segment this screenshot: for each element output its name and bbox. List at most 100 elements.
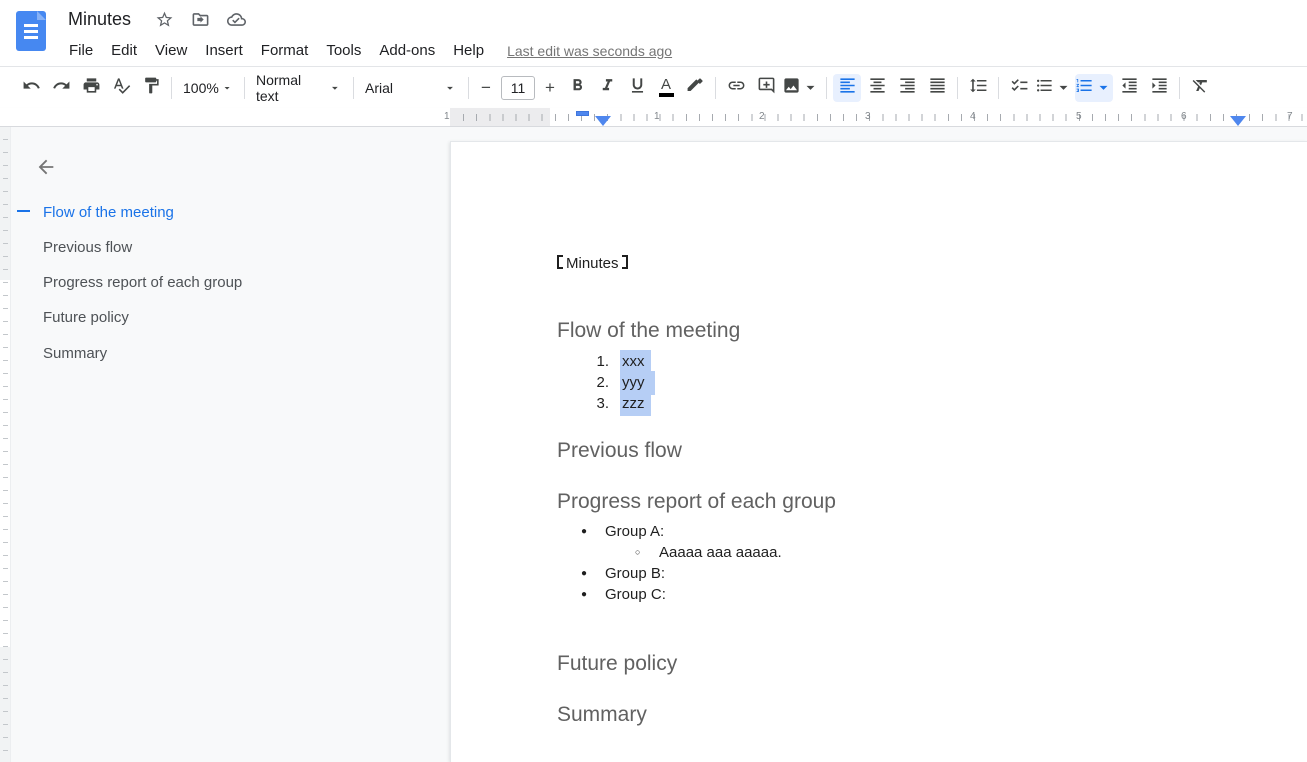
text-color-button[interactable]: A <box>652 74 680 102</box>
horizontal-ruler[interactable]: 1 1 2 3 4 5 6 7 <box>0 108 1307 127</box>
paint-format-button[interactable] <box>137 74 165 102</box>
paint-format-icon <box>142 76 161 100</box>
spellcheck-button[interactable] <box>107 74 135 102</box>
menu-help[interactable]: Help <box>444 40 493 61</box>
toolbar-divider <box>957 77 958 99</box>
clear-formatting-button[interactable] <box>1186 74 1214 102</box>
redo-button[interactable] <box>47 74 75 102</box>
outline-item-progress-report[interactable]: Progress report of each group <box>43 270 242 294</box>
caret-down-icon <box>1094 78 1113 97</box>
doc-heading-summary[interactable]: Summary <box>557 701 647 728</box>
font-size-increase-button[interactable]: + <box>538 78 562 98</box>
ruler-number: 6 <box>1181 111 1187 122</box>
document-title[interactable]: Minutes <box>68 9 131 30</box>
bullet-list-button[interactable] <box>1035 74 1073 102</box>
outline-item-future-policy[interactable]: Future policy <box>43 305 129 329</box>
doc-heading-future-policy[interactable]: Future policy <box>557 650 677 677</box>
list-text: Group C: <box>605 584 666 605</box>
cjk-bracket-right <box>622 255 628 269</box>
underline-button[interactable] <box>623 74 651 102</box>
paragraph-style-select[interactable]: Normal text <box>250 74 348 102</box>
print-button[interactable] <box>77 74 105 102</box>
insert-image-button[interactable] <box>782 74 820 102</box>
menu-bar: File Edit View Insert Format Tools Add-o… <box>68 40 672 61</box>
doc-paragraph-title[interactable]: Minutes <box>557 253 628 274</box>
indent-button[interactable] <box>1145 74 1173 102</box>
list-item[interactable]: 1. xxx <box>557 351 655 372</box>
document-outline-panel: Flow of the meeting Previous flow Progre… <box>11 127 450 762</box>
line-spacing-icon <box>969 76 988 100</box>
highlight-button[interactable] <box>681 74 709 102</box>
list-item[interactable]: ● Group A: <box>451 521 1307 542</box>
bullet-marker: ● <box>581 521 605 542</box>
last-edit-link[interactable]: Last edit was seconds ago <box>507 43 672 59</box>
font-size-input[interactable]: 11 <box>501 76 535 100</box>
right-indent-marker[interactable] <box>1230 116 1246 126</box>
cloud-saved-icon[interactable] <box>225 8 247 30</box>
content-area: Flow of the meeting Previous flow Progre… <box>0 127 1307 762</box>
outline-item-previous-flow[interactable]: Previous flow <box>43 235 132 259</box>
toolbar: 100% Normal text Arial − 11 + A <box>0 66 1307 108</box>
bullet-list-icon <box>1035 76 1054 100</box>
document-page[interactable]: Minutes Flow of the meeting 1. xxx 2. yy… <box>450 141 1307 762</box>
star-icon[interactable] <box>153 8 175 30</box>
align-right-button[interactable] <box>893 74 921 102</box>
numbered-list-button[interactable] <box>1075 74 1113 102</box>
undo-button[interactable] <box>17 74 45 102</box>
highlight-icon <box>686 76 705 100</box>
checklist-icon <box>1010 76 1029 100</box>
doc-bullet-list[interactable]: ● Group A: ○ Aaaaa aaa aaaaa. ● Group B:… <box>451 521 1307 605</box>
insert-link-button[interactable] <box>722 74 750 102</box>
menu-file[interactable]: File <box>68 40 102 61</box>
menu-edit[interactable]: Edit <box>102 40 146 61</box>
toolbar-divider <box>171 77 172 99</box>
list-item[interactable]: ● Group C: <box>451 584 1307 605</box>
list-item-sub[interactable]: ○ Aaaaa aaa aaaaa. <box>451 542 1307 563</box>
align-left-button[interactable] <box>833 74 861 102</box>
line-spacing-button[interactable] <box>964 74 992 102</box>
link-icon <box>727 76 746 100</box>
doc-numbered-list[interactable]: 1. xxx 2. yyy 3. zzz <box>557 351 655 414</box>
italic-button[interactable] <box>593 74 621 102</box>
italic-icon <box>598 76 617 100</box>
doc-heading-previous-flow[interactable]: Previous flow <box>557 437 682 464</box>
font-size-decrease-button[interactable]: − <box>474 78 498 98</box>
list-text: Group B: <box>605 563 665 584</box>
checklist-button[interactable] <box>1005 74 1033 102</box>
align-center-button[interactable] <box>863 74 891 102</box>
list-item[interactable]: 3. zzz <box>557 393 655 414</box>
ruler-number: 7 <box>1287 111 1293 122</box>
menu-addons[interactable]: Add-ons <box>370 40 444 61</box>
caret-down-icon <box>328 81 342 95</box>
spellcheck-icon <box>112 76 131 100</box>
outdent-icon <box>1120 76 1139 100</box>
zoom-select[interactable]: 100% <box>177 74 239 102</box>
justify-icon <box>928 76 947 100</box>
font-select[interactable]: Arial <box>359 74 463 102</box>
outline-item-flow-of-the-meeting[interactable]: Flow of the meeting <box>43 200 174 224</box>
ruler-number: 4 <box>970 111 976 122</box>
menu-format[interactable]: Format <box>252 40 318 61</box>
menu-view[interactable]: View <box>146 40 196 61</box>
toolbar-divider <box>998 77 999 99</box>
left-indent-marker[interactable] <box>595 116 611 126</box>
menu-tools[interactable]: Tools <box>317 40 370 61</box>
list-item[interactable]: ● Group B: <box>451 563 1307 584</box>
text-color-bar <box>659 93 674 97</box>
move-folder-icon[interactable] <box>189 8 211 30</box>
justify-button[interactable] <box>923 74 951 102</box>
docs-logo-icon[interactable] <box>16 11 46 51</box>
menu-insert[interactable]: Insert <box>196 40 252 61</box>
outdent-button[interactable] <box>1115 74 1143 102</box>
vertical-ruler[interactable] <box>0 127 11 762</box>
outline-item-summary[interactable]: Summary <box>43 341 107 365</box>
doc-heading-progress-report[interactable]: Progress report of each group <box>557 488 836 515</box>
image-icon <box>782 76 801 100</box>
list-item[interactable]: 2. yyy <box>557 372 655 393</box>
bold-button[interactable] <box>563 74 591 102</box>
first-line-indent-marker[interactable] <box>576 111 589 116</box>
add-comment-button[interactable] <box>752 74 780 102</box>
header: Minutes File Edit View Insert Format Too… <box>0 0 1307 66</box>
close-outline-button[interactable] <box>33 156 59 182</box>
doc-heading-flow-of-the-meeting[interactable]: Flow of the meeting <box>557 317 740 344</box>
